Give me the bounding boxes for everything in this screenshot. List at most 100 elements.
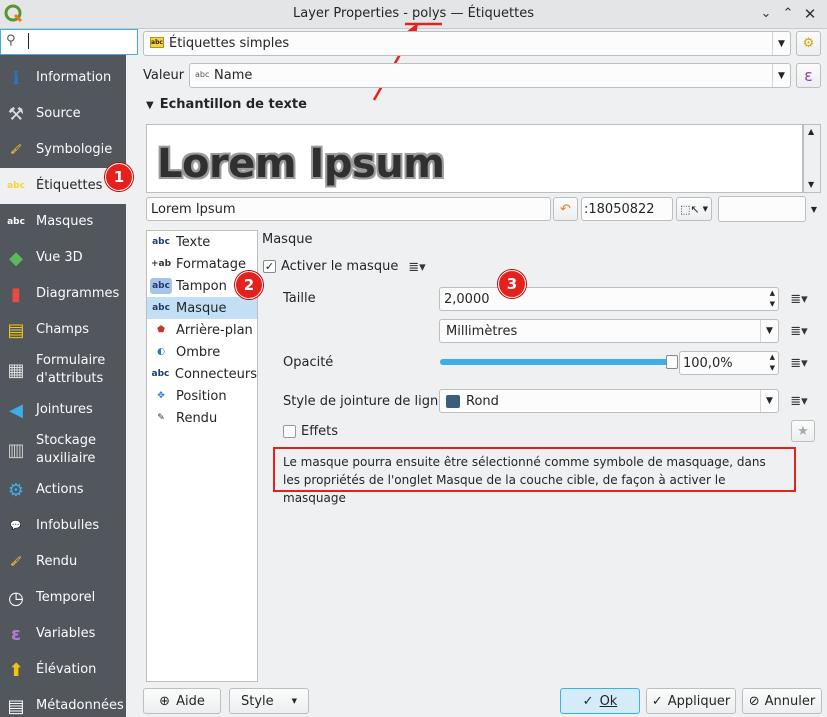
style-button[interactable]: Style ▼ — [229, 688, 309, 714]
rendering-icon: 🖌 — [10, 557, 22, 567]
join-style-combo[interactable]: Rond ▼ — [439, 389, 779, 413]
spin-down-icon[interactable]: ▼ — [770, 300, 775, 308]
data-defined-override-icon[interactable]: ≣▾ — [786, 390, 812, 412]
chevron-up-icon[interactable]: ⌃ — [778, 4, 798, 24]
elevation-icon: ⬆ — [8, 659, 24, 681]
sidebar-item-label: Variables — [36, 626, 96, 641]
data-defined-override-icon[interactable]: ≣▾ — [404, 256, 430, 278]
effects-checkbox[interactable] — [283, 425, 296, 438]
chevron-down-icon[interactable]: ▼ — [760, 390, 778, 412]
sidebar-item-label: Masques — [36, 214, 94, 229]
spin-down-icon[interactable]: ▼ — [770, 364, 775, 372]
storage-icon: ▥ — [7, 439, 25, 461]
sidebar-item-metadata[interactable]: ▤ Métadonnées — [0, 688, 126, 717]
subtab-8[interactable]: ✎ Rendu — [147, 407, 257, 429]
tooltip-icon: 💬 — [10, 521, 22, 531]
subtab-7[interactable]: ✥ Position — [147, 385, 257, 407]
subtab-icon: abc — [151, 369, 170, 379]
spin-up-icon[interactable]: ▲ — [770, 353, 775, 361]
close-icon[interactable]: ✕ — [800, 4, 820, 24]
subtab-3[interactable]: abc Masque — [147, 297, 257, 319]
data-defined-override-icon[interactable]: ≣▾ — [786, 288, 812, 310]
sidebar-item-fields[interactable]: ▤ Champs — [0, 312, 126, 348]
scroll-down-icon[interactable]: ▼ — [808, 180, 814, 189]
opacity-spinbox[interactable]: 100,0% ▲ ▼ — [679, 351, 779, 375]
effects-label[interactable]: Effets — [301, 424, 338, 439]
subtab-1[interactable]: +ab Formatage — [147, 253, 257, 275]
chevron-down-icon[interactable]: ▼ — [772, 64, 790, 87]
sidebar-item-diagram[interactable]: ▮ Diagrammes — [0, 276, 126, 312]
subtab-label: Formatage — [176, 256, 247, 272]
opacity-slider-track[interactable] — [440, 359, 674, 365]
join-style-value: Rond — [466, 394, 499, 409]
ok-button[interactable]: ✓ Ok — [560, 688, 640, 714]
sidebar-item-clock[interactable]: ◷ Temporel — [0, 580, 126, 616]
sidebar-item-source[interactable]: ⚒ Source — [0, 96, 126, 132]
spin-up-icon[interactable]: ▲ — [770, 289, 775, 297]
enable-mask-checkbox[interactable]: ✓ — [263, 260, 276, 273]
apply-button[interactable]: ✓ Appliquer — [646, 688, 736, 714]
sidebar-item-elevation[interactable]: ⬆ Élévation — [0, 652, 126, 688]
subtab-label: Rendu — [176, 410, 218, 426]
enable-mask-label[interactable]: Activer le masque — [281, 259, 398, 274]
help-button[interactable]: ⊕ Aide — [143, 688, 221, 714]
sidebar-item-storage[interactable]: ▥ Stockage auxiliaire — [0, 432, 126, 468]
cancel-button[interactable]: ⊘ Annuler — [742, 688, 822, 714]
masks-icon: abc — [7, 217, 25, 227]
preview-text: Lorem Ipsum — [157, 141, 445, 187]
sidebar-item-label: Actions — [36, 482, 84, 497]
sidebar-item-view3d[interactable]: ◆ Vue 3D — [0, 240, 126, 276]
scale-value: :18050822 — [584, 202, 655, 217]
subtab-label: Ombre — [176, 344, 221, 360]
subtab-4[interactable]: ⬟ Arrière-plan — [147, 319, 257, 341]
chevron-down-icon[interactable]: ⌄ — [756, 4, 776, 24]
unit-combo[interactable]: Millimètres ▼ — [439, 319, 779, 343]
opacity-slider-handle[interactable] — [666, 355, 678, 369]
preview-color-input[interactable] — [718, 196, 806, 222]
sidebar-item-label: Vue 3D — [36, 250, 83, 265]
preview-scrollbar[interactable]: ▲ ▼ — [803, 124, 821, 193]
chevron-down-icon[interactable]: ▼ — [772, 32, 790, 55]
size-spinbox[interactable]: 2,0000 ▲ ▼ — [439, 287, 779, 311]
subtab-6[interactable]: abc Connecteurs — [147, 363, 257, 385]
chevron-down-icon[interactable]: ▼ — [760, 320, 778, 342]
subtab-icon: ⬟ — [157, 325, 165, 335]
opacity-slider-fill — [440, 359, 674, 365]
sample-section-header[interactable]: ▼ Echantillon de texte — [146, 97, 307, 112]
subtab-icon: abc — [150, 278, 172, 294]
sidebar-item-actions[interactable]: ⚙ Actions — [0, 472, 126, 508]
data-defined-override-icon[interactable]: ≣▾ — [786, 320, 812, 342]
subtab-5[interactable]: ◐ Ombre — [147, 341, 257, 363]
data-defined-override-icon[interactable]: ≣▾ — [786, 352, 812, 374]
sidebar-item-symbology[interactable]: 🖌 Symbologie — [0, 132, 126, 168]
sidebar-item-info[interactable]: ℹ Information — [0, 60, 126, 96]
cancel-icon: ⊘ — [748, 693, 760, 709]
search-input[interactable]: ⚲ — [0, 29, 138, 55]
sample-preview: Lorem Ipsum — [146, 124, 803, 193]
labels-mode-combo[interactable]: abc Étiquettes simples ▼ — [143, 31, 791, 56]
subtab-icon: abc — [152, 303, 170, 313]
sidebar-item-rendering[interactable]: 🖌 Rendu — [0, 544, 126, 580]
metadata-icon: ▤ — [7, 695, 25, 717]
sample-text-input[interactable]: Lorem Ipsum — [146, 197, 551, 221]
subtab-0[interactable]: abc Texte — [147, 231, 257, 253]
sidebar-item-joins[interactable]: ◀ Jointures — [0, 392, 126, 428]
actions-icon: ⚙ — [7, 479, 25, 501]
sidebar-item-label: Temporel — [36, 590, 96, 605]
sidebar-item-masks[interactable]: abc Masques — [0, 204, 126, 240]
auto-placement-button[interactable]: ⚙ — [796, 31, 821, 56]
background-color-button[interactable]: ⬚↖ ▼ — [676, 197, 712, 221]
subtab-label: Connecteurs — [174, 366, 257, 382]
reset-sample-button[interactable]: ↶ — [553, 197, 578, 221]
unit-value: Millimètres — [446, 324, 518, 339]
effects-button[interactable]: ★ — [791, 420, 815, 442]
sidebar-item-form[interactable]: ▦ Formulaire d'attributs — [0, 352, 126, 388]
sidebar-item-label: Champs — [36, 322, 89, 337]
sidebar-item-epsilon[interactable]: ε Variables — [0, 616, 126, 652]
scale-input[interactable]: :18050822 — [581, 197, 673, 221]
sidebar-item-tooltip[interactable]: 💬 Infobulles — [0, 508, 126, 544]
chevron-down-icon[interactable]: ▼ — [807, 196, 821, 222]
expression-button[interactable]: ε — [796, 63, 821, 88]
scroll-up-icon[interactable]: ▲ — [808, 127, 814, 136]
value-field-combo[interactable]: abc Name ▼ — [189, 63, 791, 88]
